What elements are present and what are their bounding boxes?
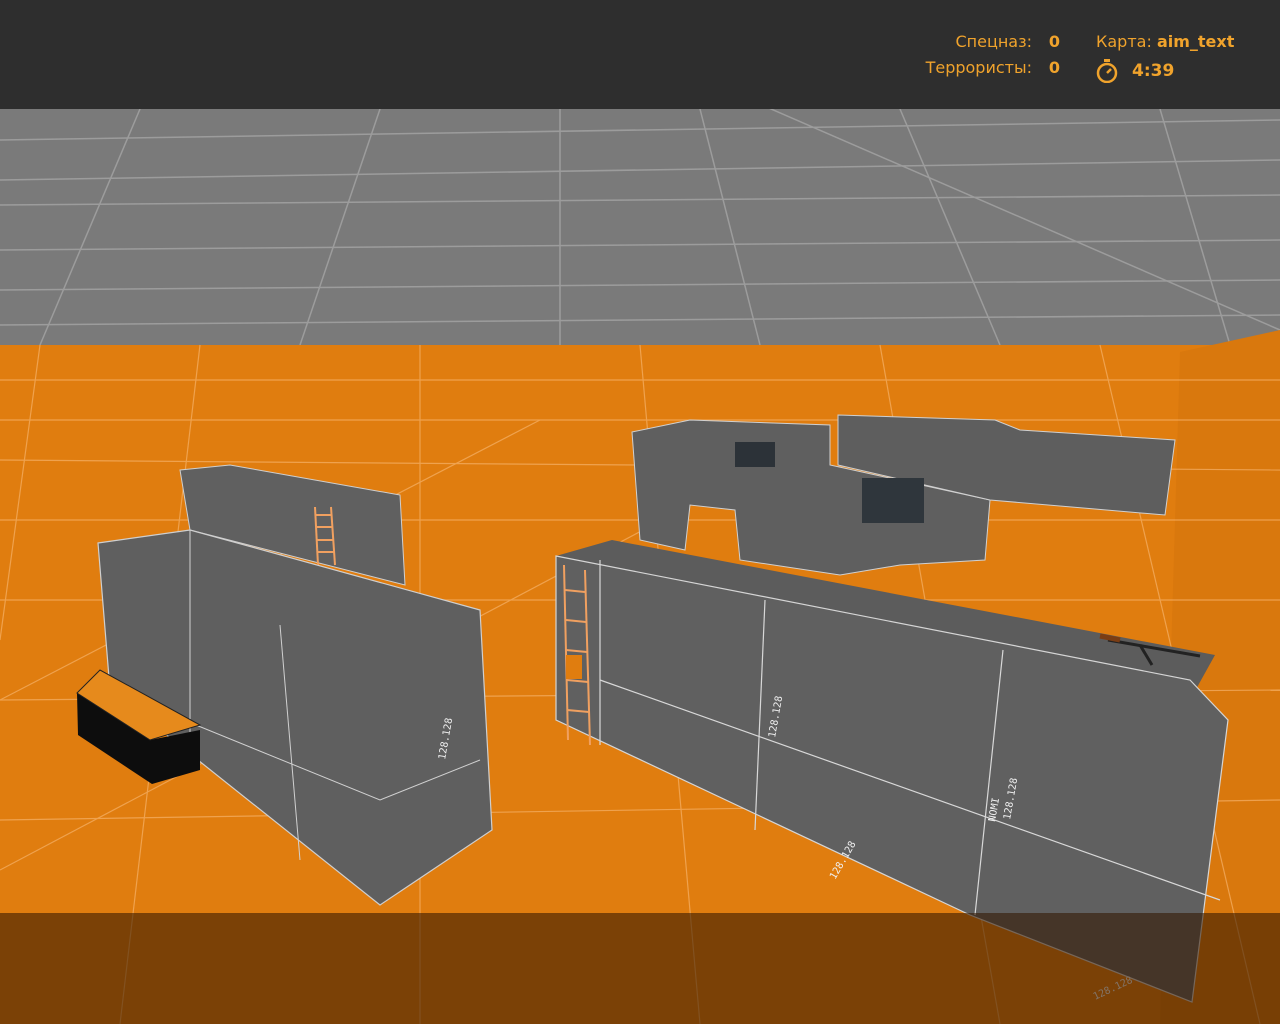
- score-ct-value: 0: [1048, 32, 1060, 51]
- score-t-label: Террористы:: [925, 58, 1032, 77]
- score-t-value: 0: [1048, 58, 1060, 77]
- score-t-row: Террористы: 0: [900, 58, 1060, 84]
- hud-top-bar: Спецназ: 0 Террористы: 0 Карта: aim_text…: [0, 0, 1280, 109]
- map-panel: Карта: aim_text 4:39: [1096, 32, 1266, 84]
- ceiling: [0, 109, 1280, 349]
- far-window-1: [735, 442, 775, 467]
- map-label: Карта:: [1096, 32, 1152, 51]
- score-panel: Спецназ: 0 Террористы: 0: [900, 32, 1060, 84]
- timer-row: 4:39: [1096, 58, 1266, 84]
- score-ct-row: Спецназ: 0: [900, 32, 1060, 58]
- map-row: Карта: aim_text: [1096, 32, 1266, 58]
- score-ct-label: Спецназ:: [955, 32, 1032, 51]
- round-timer: 4:39: [1132, 61, 1175, 81]
- map-name: aim_text: [1156, 32, 1235, 51]
- stopwatch-icon: [1096, 59, 1118, 83]
- orange-sign: [566, 655, 582, 679]
- game-viewport[interactable]: 128.128 128.128 128.128 128.128 128.128 …: [0, 0, 1280, 1024]
- hud-bottom-bar: [0, 913, 1280, 1024]
- far-window-2: [862, 478, 924, 523]
